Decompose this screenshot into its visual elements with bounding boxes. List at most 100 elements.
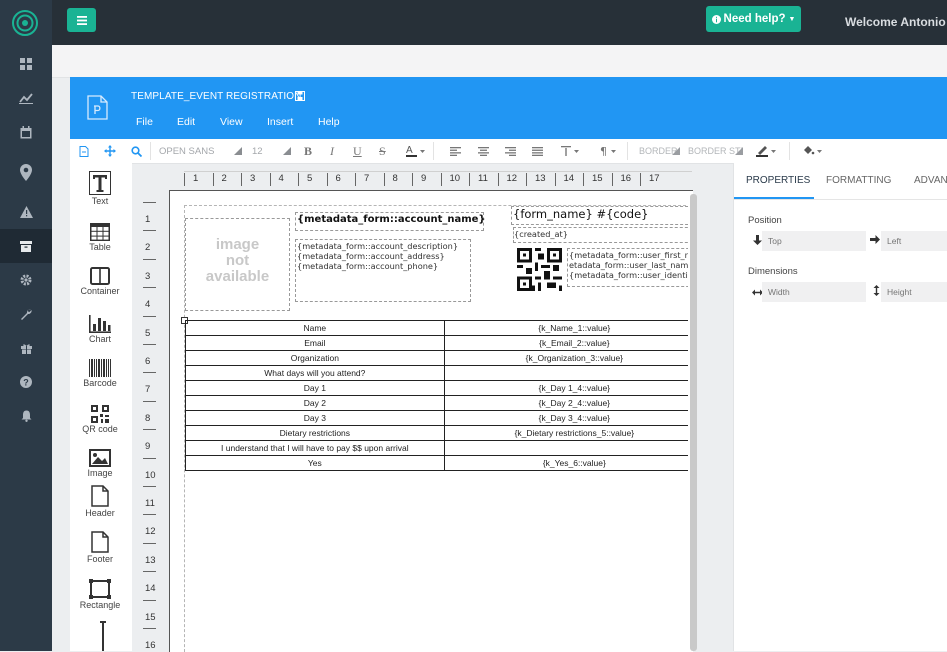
table-row[interactable]: I understand that I will have to pay $$ … (185, 440, 688, 456)
nav-analytics[interactable] (0, 81, 52, 115)
account-details-field[interactable]: {metadata_form::account_description} {me… (295, 239, 471, 302)
created-at-field[interactable]: {created_at} (513, 227, 688, 243)
tool-line[interactable] (100, 621, 106, 651)
nav-help[interactable]: ? (0, 365, 52, 399)
table-row[interactable]: Day 3 {k_Day 3_4::value} (185, 410, 688, 426)
width-input[interactable] (762, 282, 866, 302)
row-value[interactable]: {k_Dietary restrictions_5::value} (443, 425, 688, 441)
tab-formatting[interactable]: FORMATTING (826, 175, 891, 186)
nav-calendar[interactable] (0, 115, 52, 149)
move-icon[interactable] (104, 139, 116, 163)
menu-help[interactable]: Help (318, 116, 340, 128)
registration-table[interactable]: Name {k_Name_1::value} Email {k_Email_2::va… (185, 320, 688, 471)
tool-chart[interactable]: Chart (70, 307, 130, 344)
new-page-icon[interactable] (79, 139, 89, 163)
need-help-button[interactable]: Need help? ▼ (706, 6, 801, 32)
row-label[interactable]: Dietary restrictions (185, 425, 445, 441)
menu-file[interactable]: File (136, 116, 153, 128)
menu-view[interactable]: View (220, 116, 243, 128)
form-name-field[interactable]: {form_name} #{code} (511, 206, 688, 225)
row-label[interactable]: Day 3 (185, 410, 445, 426)
nav-rewards[interactable] (0, 331, 52, 365)
table-row[interactable]: Name {k_Name_1::value} (185, 320, 688, 336)
row-value[interactable]: {k_Organization_3::value} (443, 350, 688, 366)
underline-icon[interactable]: U (353, 139, 362, 163)
tool-footer[interactable]: Footer (70, 527, 130, 564)
table-row[interactable]: Dietary restrictions {k_Dietary restricti… (185, 425, 688, 441)
align-center-icon[interactable] (478, 139, 489, 163)
row-value[interactable]: {k_Day 1_4::value} (443, 380, 688, 396)
report-canvas[interactable]: image not available {metadata_form::acco… (169, 190, 693, 652)
font-size-select[interactable]: 12 (252, 139, 263, 163)
tool-text[interactable]: Text (70, 169, 130, 206)
user-details-field[interactable]: {metadata_form::user_first_n etadata_for… (567, 248, 688, 287)
height-input[interactable] (881, 282, 947, 302)
table-row[interactable]: Organization {k_Organization_3::value} (185, 350, 688, 366)
document-title[interactable]: TEMPLATE_EVENT REGISTRATION (131, 91, 302, 102)
row-value[interactable]: {k_Email_2::value} (443, 335, 688, 351)
nav-alerts[interactable] (0, 195, 52, 229)
tool-header[interactable]: Header (70, 481, 130, 518)
row-value[interactable] (443, 365, 688, 381)
nav-locations[interactable] (0, 155, 52, 189)
tab-properties[interactable]: PROPERTIES (746, 175, 810, 186)
border-style-dropdown-icon[interactable] (735, 139, 743, 163)
table-row[interactable]: Day 2 {k_Day 2_4::value} (185, 395, 688, 411)
qr-code-image[interactable] (517, 248, 562, 291)
row-label[interactable]: Day 2 (185, 395, 445, 411)
row-label[interactable]: Day 1 (185, 380, 445, 396)
paragraph-icon[interactable]: ¶ (600, 139, 620, 163)
font-size-dropdown-icon[interactable] (283, 139, 291, 163)
save-icon[interactable] (295, 91, 305, 104)
tool-barcode[interactable]: Barcode (70, 351, 130, 388)
hamburger-menu-button[interactable] (67, 8, 96, 32)
tool-rectangle[interactable]: Rectangle (70, 573, 130, 610)
row-label[interactable]: I understand that I will have to pay $$ … (185, 440, 445, 456)
nav-archive[interactable] (0, 229, 52, 263)
border-dropdown-icon[interactable] (672, 139, 680, 163)
font-color-icon[interactable]: A (406, 139, 426, 163)
row-value[interactable]: {k_Day 2_4::value} (443, 395, 688, 411)
table-row[interactable]: Day 1 {k_Day 1_4::value} (185, 380, 688, 396)
italic-icon[interactable]: I (330, 139, 334, 163)
tool-image[interactable]: Image (70, 441, 130, 478)
tool-container[interactable]: Container (70, 259, 130, 296)
tab-advanced[interactable]: ADVANCED (914, 175, 947, 186)
fill-color-icon[interactable] (802, 139, 824, 163)
nav-tools[interactable] (0, 297, 52, 331)
row-label[interactable]: Email (185, 335, 445, 351)
nav-notifications[interactable] (0, 399, 52, 433)
font-family-select[interactable]: OPEN SANS (159, 139, 214, 163)
nav-dashboard[interactable] (0, 47, 52, 81)
tool-table[interactable]: Table (70, 215, 130, 252)
strikethrough-icon[interactable]: S (379, 139, 386, 163)
border-style-select-wrap[interactable]: BORDER STYLE (688, 139, 742, 163)
row-label[interactable]: Organization (185, 350, 445, 366)
app-logo-icon[interactable] (12, 10, 38, 36)
bold-icon[interactable]: B (304, 139, 312, 163)
top-input[interactable] (762, 231, 866, 251)
canvas-scrollbar[interactable] (690, 194, 697, 651)
row-value[interactable] (443, 440, 688, 456)
vertical-align-icon[interactable] (561, 139, 581, 163)
font-family-dropdown-icon[interactable] (234, 139, 242, 163)
table-row[interactable]: What days will you attend? (185, 365, 688, 381)
row-value[interactable]: {k_Yes_6::value} (443, 455, 688, 471)
image-placeholder[interactable]: image not available (185, 218, 290, 311)
tool-qr-code[interactable]: QR code (70, 397, 130, 434)
table-row[interactable]: Yes {k_Yes_6::value} (185, 455, 688, 471)
row-label[interactable]: Yes (185, 455, 445, 471)
align-left-icon[interactable] (450, 139, 461, 163)
zoom-icon[interactable] (131, 139, 142, 163)
account-name-field[interactable]: {metadata_form::account_name} (295, 212, 486, 231)
align-right-icon[interactable] (505, 139, 516, 163)
row-label[interactable]: Name (185, 320, 445, 336)
menu-edit[interactable]: Edit (177, 116, 195, 128)
table-row[interactable]: Email {k_Email_2::value} (185, 335, 688, 351)
border-style-select[interactable]: BORDER STYLE (688, 146, 742, 156)
left-input[interactable] (881, 231, 947, 251)
row-label[interactable]: What days will you attend? (185, 365, 445, 381)
row-value[interactable]: {k_Name_1::value} (443, 320, 688, 336)
menu-insert[interactable]: Insert (267, 116, 293, 128)
welcome-text[interactable]: Welcome Antonio (845, 15, 946, 29)
